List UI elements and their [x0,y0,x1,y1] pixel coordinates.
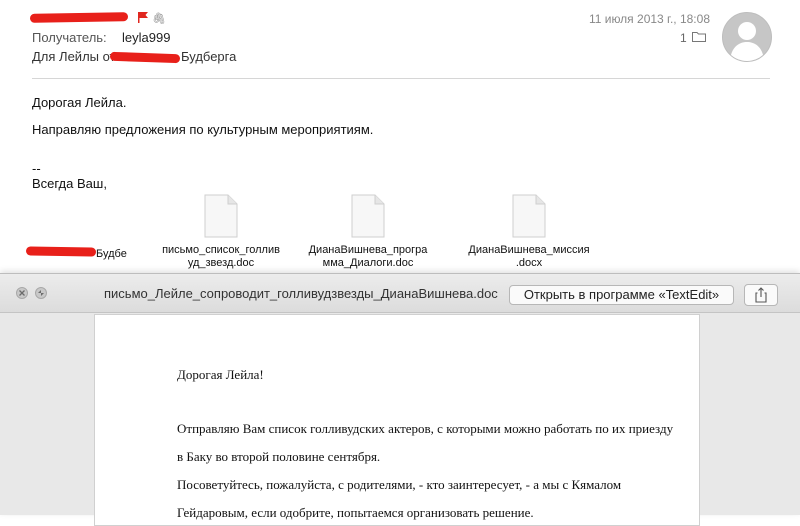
signature-tail: Будбе [96,248,127,260]
doc-line-4: Гейдаровым, если одобрите, попытаемся ор… [177,505,534,520]
body-closing: Всегда Ваш, [32,176,107,191]
recipient-value[interactable]: leyla999 [122,30,170,45]
attachment-1[interactable]: письмо_список_голлив уд_звезд.doc [146,194,296,270]
attachment-2-name-line1: ДианаВишнева_програ [308,244,428,256]
attachment-count: 1 [680,31,687,45]
open-in-textedit-button[interactable]: Открыть в программе «TextEdit» [509,285,734,305]
paperclip-icon: 🖇 [152,13,166,25]
attachment-3[interactable]: ДианаВишнева_миссия .docx [454,194,604,270]
subject-start: Для Лейлы от [32,49,116,64]
close-icon [19,290,25,296]
close-button[interactable] [16,287,28,299]
attachment-2-name-line2: мма_Диалоги.doc [322,257,414,269]
recipient-label: Получатель: [32,30,107,45]
document-icon [512,194,546,238]
doc-line-2: в Баку во второй половине сентября. [177,449,381,464]
document-page: Дорогая Лейла! Отправляю Вам список голл… [94,314,700,526]
doc-line-3: Посоветуйтесь, пожалуйста, с родителями,… [177,477,622,492]
signature-redaction [25,246,97,257]
quicklook-title: письмо_Лейле_сопроводит_голливудзвезды_Д… [104,286,498,301]
fullscreen-button[interactable] [35,287,47,299]
body-separator: -- [32,161,41,176]
quicklook-window: письмо_Лейле_сопроводит_голливудзвезды_Д… [0,273,800,526]
attachment-3-name-line1: ДианаВишнева_миссия [468,244,590,256]
attachment-1-name-line1: письмо_список_голлив [162,244,280,256]
doc-greeting: Дорогая Лейла! [177,367,264,382]
header-divider [32,78,770,79]
subject-end: Будберга [181,49,237,64]
person-icon [730,22,764,61]
subject-redaction [109,51,181,64]
share-button[interactable] [744,284,778,306]
body-greeting: Дорогая Лейла. [32,95,127,110]
document-icon [351,194,385,238]
fullscreen-icon [38,290,44,296]
attachment-3-name-line2: .docx [515,257,543,269]
flag-icon[interactable] [138,12,148,23]
share-icon [755,287,767,303]
quicklook-toolbar: письмо_Лейле_сопроводит_голливудзвезды_Д… [0,274,800,313]
avatar [722,12,772,62]
document-icon [204,194,238,238]
body-text: Направляю предложения по культурным меро… [32,122,374,137]
sender-redaction [29,12,129,23]
attachment-1-name-line2: уд_звезд.doc [187,257,255,269]
message-date: 11 июля 2013 г., 18:08 [588,12,710,26]
attachment-2[interactable]: ДианаВишнева_програ мма_Диалоги.doc [293,194,443,270]
doc-line-1: Отправляю Вам список голливудских актеро… [177,421,674,436]
folder-icon[interactable] [692,31,706,42]
mail-message: 🖇 Получатель: leyla999 Для Лейлы от Будб… [0,0,800,290]
